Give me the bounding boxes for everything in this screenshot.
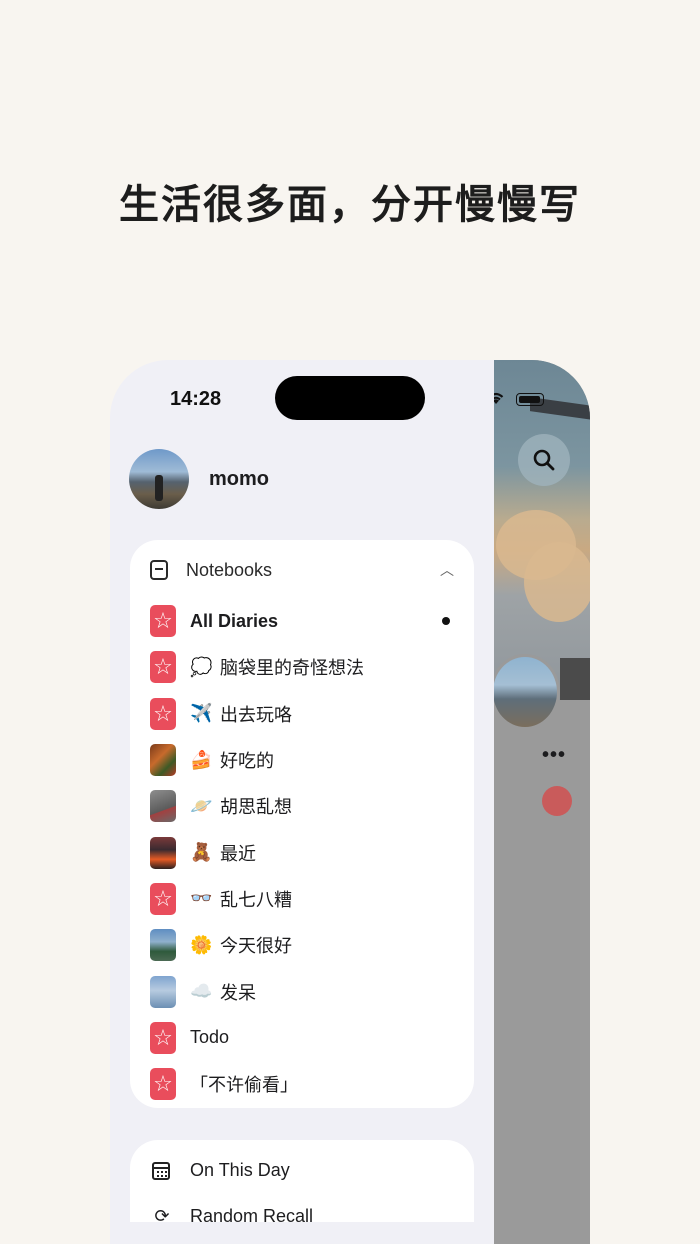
notebook-name: Todo — [190, 1027, 230, 1048]
notebook-emoji: ✈️ — [190, 703, 213, 724]
profile-avatar[interactable] — [129, 449, 189, 509]
notebook-name: 「不许偷看」 — [190, 1075, 298, 1096]
star-icon: ☆ — [150, 697, 176, 730]
notebook-name: 胡思乱想 — [220, 797, 292, 818]
notebook-item[interactable]: ☆ Todo — [150, 1015, 460, 1061]
notebook-item[interactable]: 🌼 今天很好 — [150, 922, 460, 968]
notebook-name: 乱七八糟 — [220, 889, 292, 910]
sticker-icon — [542, 786, 572, 816]
notebook-emoji: 👓 — [190, 888, 213, 909]
more-button[interactable]: ••• — [542, 744, 566, 767]
star-icon: ☆ — [150, 605, 176, 638]
notebook-item[interactable]: ☆ 「不许偷看」 — [150, 1061, 460, 1107]
on-this-day-item[interactable]: On This Day — [152, 1160, 290, 1181]
notebook-emoji: 💭 — [190, 656, 213, 677]
notebook-name: 发呆 — [220, 982, 256, 1003]
notebook-name: 好吃的 — [220, 751, 274, 772]
star-icon: ☆ — [150, 1068, 176, 1101]
avatar[interactable] — [490, 654, 560, 730]
notebook-item[interactable]: 🪐 胡思乱想 — [150, 783, 460, 829]
selected-indicator — [442, 617, 450, 626]
notebook-emoji: 🧸 — [190, 842, 213, 863]
search-button[interactable] — [518, 434, 570, 486]
chevron-up-icon[interactable]: ︿ — [440, 560, 454, 580]
notebook-item[interactable]: ☁️ 发呆 — [150, 968, 460, 1014]
notebook-item[interactable]: ☆ ✈️ 出去玩咯 — [150, 691, 460, 737]
notebooks-card: Notebooks ︿ ☆ All Diaries ☆ 💭 脑袋里的奇怪想法 ☆ ✈️ 出去玩… — [130, 540, 474, 1108]
notebook-cover — [150, 836, 176, 869]
notebook-emoji: 🌼 — [190, 934, 213, 955]
calendar-icon — [152, 1161, 170, 1180]
notebook-cover — [150, 790, 176, 823]
notebook-emoji: 🪐 — [190, 795, 213, 816]
notebook-item[interactable]: 🧸 最近 — [150, 829, 460, 875]
on-this-day-label: On This Day — [190, 1160, 290, 1180]
profile-name[interactable]: momo — [209, 468, 269, 491]
notebooks-header[interactable]: Notebooks ︿ — [150, 558, 454, 582]
notebooks-label: Notebooks — [186, 559, 273, 580]
dynamic-island — [275, 376, 425, 420]
notebook-item[interactable]: 🍰 好吃的 — [150, 737, 460, 783]
notebook-name: All Diaries — [190, 610, 279, 631]
notebook-item[interactable]: ☆ All Diaries — [150, 598, 460, 644]
side-drawer: 14:28 momo Notebooks ︿ ☆ All Diaries ☆ 💭 脑袋里… — [110, 360, 494, 1244]
notebook-list: ☆ All Diaries ☆ 💭 脑袋里的奇怪想法 ☆ ✈️ 出去玩咯 🍰 好吃的 🪐 胡思乱想 🧸 最… — [150, 598, 460, 1107]
battery-icon — [516, 393, 544, 406]
notebook-icon — [150, 560, 168, 580]
headline: 生活很多面，分开慢慢写 — [119, 182, 581, 228]
notebook-name: 今天很好 — [220, 936, 292, 957]
notebook-item[interactable]: ☆ 👓 乱七八糟 — [150, 876, 460, 922]
notebook-emoji: 🍰 — [190, 749, 213, 770]
notebook-name: 脑袋里的奇怪想法 — [220, 658, 364, 679]
notebook-name: 最近 — [220, 843, 256, 864]
star-icon: ☆ — [150, 1021, 176, 1054]
search-icon — [533, 449, 555, 471]
notebook-emoji: ☁️ — [190, 981, 213, 1002]
star-icon: ☆ — [150, 882, 176, 915]
notebook-cover — [150, 975, 176, 1008]
status-time: 14:28 — [170, 388, 222, 410]
star-icon: ☆ — [150, 651, 176, 684]
notebook-cover — [150, 744, 176, 777]
notebook-cover — [150, 929, 176, 962]
notebook-name: 出去玩咯 — [220, 704, 292, 725]
notebook-item[interactable]: ☆ 💭 脑袋里的奇怪想法 — [150, 644, 460, 690]
